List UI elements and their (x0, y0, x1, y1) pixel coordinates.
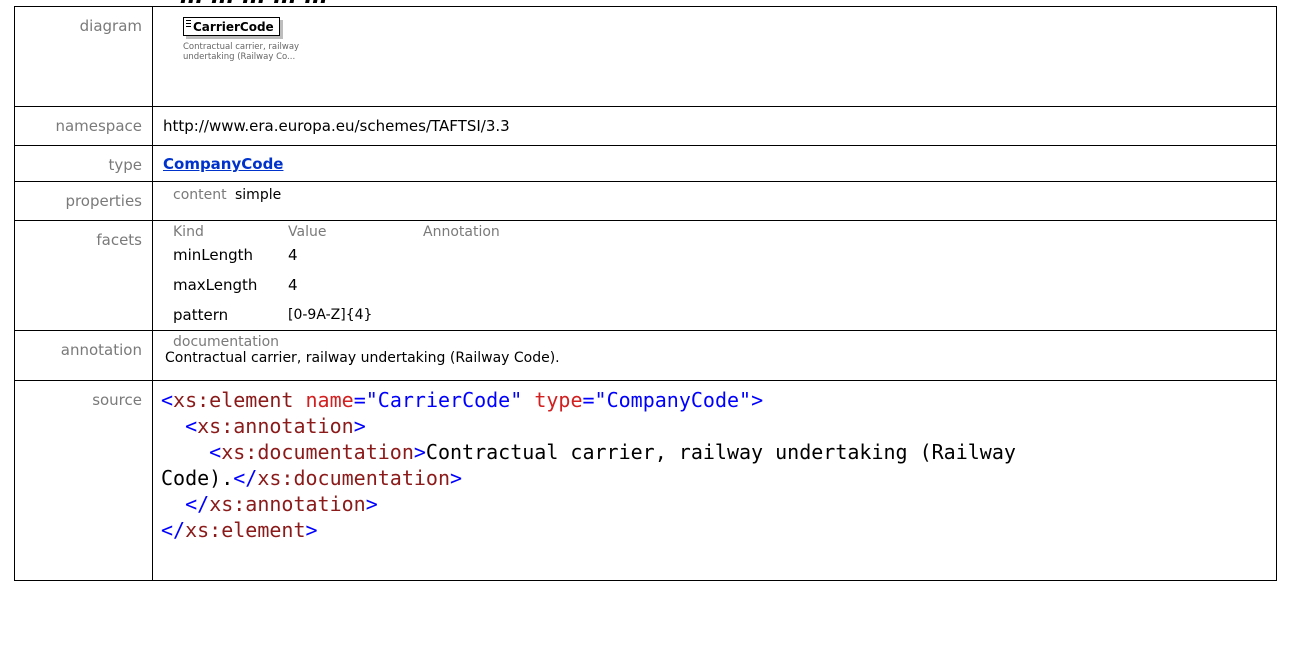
label-type: type (14, 145, 153, 182)
row-diagram: diagram CarrierCode Contractual carrier,… (14, 6, 1277, 107)
facet-kind: minLength (173, 246, 254, 264)
label-annotation: annotation (14, 330, 153, 381)
label-properties: properties (14, 181, 153, 221)
facets-header-kind: Kind (173, 224, 204, 240)
facets-table: Kind Value Annotation minLength 4 maxLen… (173, 224, 500, 330)
row-source: source <xs:element name="CarrierCode" ty… (14, 380, 1277, 581)
row-type: type CompanyCode (14, 145, 1277, 182)
label-namespace: namespace (14, 106, 153, 146)
namespace-value: http://www.era.europa.eu/schemes/TAFTSI/… (152, 106, 1277, 146)
facet-row: pattern [0-9A-Z]{4} (173, 300, 500, 330)
property-key: content (173, 187, 227, 203)
element-box-name: CarrierCode (193, 20, 274, 34)
element-icon (186, 20, 191, 29)
label-source: source (14, 380, 153, 581)
row-annotation: annotation documentation Contractual car… (14, 330, 1277, 381)
type-link[interactable]: CompanyCode (163, 155, 283, 173)
facet-value: 4 (288, 246, 298, 264)
facets-header-value: Value (288, 224, 327, 240)
facet-row: maxLength 4 (173, 270, 500, 300)
facet-row: minLength 4 (173, 240, 500, 270)
source-code: <xs:element name="CarrierCode" type="Com… (161, 388, 1016, 542)
documentation-text: Contractual carrier, railway undertaking… (165, 350, 560, 366)
row-namespace: namespace http://www.era.europa.eu/schem… (14, 106, 1277, 146)
row-facets: facets Kind Value Annotation minLength 4… (14, 220, 1277, 331)
facet-kind: maxLength (173, 276, 258, 294)
documentation-heading: documentation (173, 334, 280, 350)
element-diagram[interactable]: CarrierCode Contractual carrier, railway… (183, 17, 353, 62)
facet-kind: pattern (173, 306, 229, 324)
label-diagram: diagram (14, 6, 153, 107)
element-properties-table: diagram CarrierCode Contractual carrier,… (14, 6, 1277, 581)
row-properties: properties content simple (14, 181, 1277, 221)
property-value: simple (235, 187, 282, 203)
element-box[interactable]: CarrierCode (183, 17, 280, 36)
properties-table: content simple (173, 187, 281, 203)
label-facets: facets (14, 220, 153, 331)
element-box-description: Contractual carrier, railway undertaking… (183, 42, 300, 62)
facet-value: 4 (288, 276, 298, 294)
facets-header-annotation: Annotation (423, 224, 500, 240)
facet-value: [0-9A-Z]{4} (288, 307, 373, 323)
